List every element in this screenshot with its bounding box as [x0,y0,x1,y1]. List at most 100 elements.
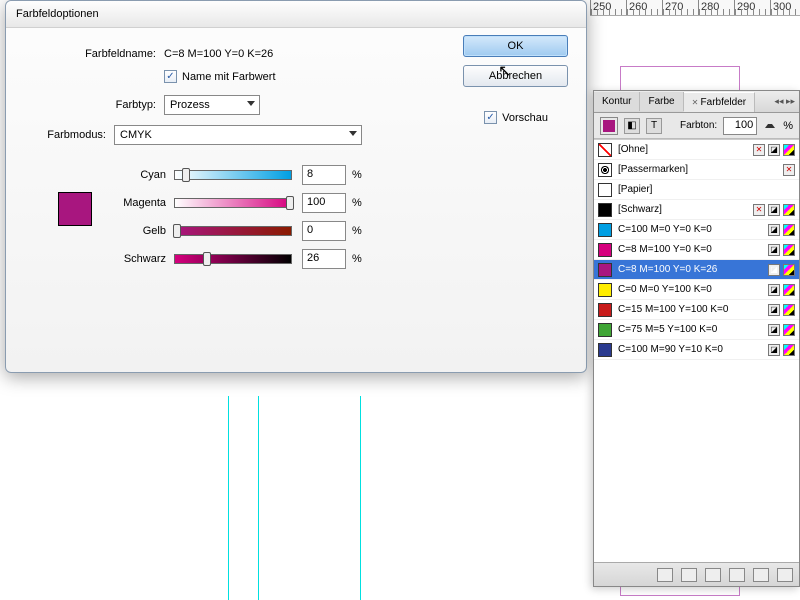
horizontal-ruler: 250260270280290300310 [590,0,800,16]
swatch-chip [598,303,612,317]
swatch-chip [598,183,612,197]
check-icon: ✓ [164,70,177,83]
ok-button[interactable]: OK [463,35,568,57]
object-fill-icon[interactable]: ◧ [624,118,640,134]
text-fill-icon[interactable]: T [646,118,662,134]
yellow-slider[interactable] [174,226,292,236]
color-type-label: Farbtyp: [56,99,156,111]
swatch-row[interactable]: [Passermarken] ✕ [594,160,799,180]
swatch-row[interactable]: C=15 M=100 Y=100 K=0 ◪ [594,300,799,320]
swatch-row[interactable]: C=75 M=5 Y=100 K=0 ◪ [594,320,799,340]
show-small-icon[interactable] [681,568,697,582]
chevron-down-icon [349,131,357,136]
magenta-label: Magenta [96,197,166,209]
guide-vertical [258,396,259,600]
new-folder-icon[interactable] [753,568,769,582]
swatch-list[interactable]: [Ohne] ✕◪ [Passermarken] ✕ [Papier] [Schwarz]… [594,139,799,562]
cyan-row: Cyan 8 % [96,165,568,185]
swatch-row[interactable]: [Papier] [594,180,799,200]
chevron-down-icon [247,101,255,106]
swatch-chip [598,203,612,217]
yellow-input[interactable]: 0 [302,221,346,241]
black-row: Schwarz 26 % [96,249,568,269]
swatch-name: C=15 M=100 Y=100 K=0 [618,304,762,315]
black-label: Schwarz [96,253,166,265]
swatch-marks: ◪ [768,244,795,256]
magenta-row: Magenta 100 % [96,193,568,213]
swatch-row[interactable]: C=8 M=100 Y=0 K=0 ◪ [594,240,799,260]
fill-stroke-icon[interactable] [600,117,618,135]
swatch-name: C=75 M=5 Y=100 K=0 [618,324,762,335]
swatch-row[interactable]: [Schwarz] ✕◪ [594,200,799,220]
dialog-title: Farbfeldoptionen [6,1,586,28]
tab-farbe[interactable]: Farbe [640,92,683,111]
magenta-input[interactable]: 100 [302,193,346,213]
swatch-name: [Ohne] [618,144,747,155]
name-with-value-checkbox[interactable]: ✓ Name mit Farbwert [164,70,276,83]
swatch-name: C=100 M=90 Y=10 K=0 [618,344,762,355]
new-swatch-icon[interactable] [705,568,721,582]
swatch-marks: ◪ [768,284,795,296]
guide-vertical [360,396,361,600]
swatch-row[interactable]: [Ohne] ✕◪ [594,140,799,160]
swatch-name: C=8 M=100 Y=0 K=0 [618,244,762,255]
tint-label: Farbton: [680,120,717,131]
black-input[interactable]: 26 [302,249,346,269]
swatch-marks: ◪ [768,304,795,316]
swatch-row[interactable]: C=0 M=0 Y=100 K=0 ◪ [594,280,799,300]
swatch-marks: ✕ [783,164,795,176]
preview-checkbox[interactable]: ✓ Vorschau [484,111,548,124]
cyan-input[interactable]: 8 [302,165,346,185]
swatch-name: [Papier] [618,184,789,195]
show-list-icon[interactable] [657,568,673,582]
swatch-name: C=8 M=100 Y=0 K=26 [618,264,762,275]
swatch-options-dialog: Farbfeldoptionen Farbfeldname: C=8 M=100… [5,0,587,373]
panel-tabs: Kontur Farbe Farbfelder ◂◂ ▸▸ [594,91,799,113]
tab-farbfelder[interactable]: Farbfelder [684,92,756,112]
swatch-name: C=100 M=0 Y=0 K=0 [618,224,762,235]
swatch-chip [598,283,612,297]
panel-footer [594,562,799,586]
swatch-row[interactable]: C=100 M=0 Y=0 K=0 ◪ [594,220,799,240]
swatch-chip [598,223,612,237]
tint-input[interactable]: 100 [723,117,757,135]
color-type-select[interactable]: Prozess [164,95,260,115]
black-slider[interactable] [174,254,292,264]
swatch-chip [598,343,612,357]
swatches-panel: Kontur Farbe Farbfelder ◂◂ ▸▸ ◧ T Farbto… [593,90,800,587]
panel-collapse-icon[interactable]: ◂◂ ▸▸ [770,96,799,107]
yellow-row: Gelb 0 % [96,221,568,241]
swatch-row[interactable]: C=100 M=90 Y=10 K=0 ◪ [594,340,799,360]
new-gradient-icon[interactable] [729,568,745,582]
cancel-button[interactable]: Abbrechen [463,65,568,87]
field-name-label: Farbfeldname: [56,48,156,60]
yellow-label: Gelb [96,225,166,237]
swatch-name: [Schwarz] [618,204,747,215]
swatch-marks: ◪ [768,324,795,336]
color-mode-select[interactable]: CMYK [114,125,362,145]
delete-swatch-icon[interactable] [777,568,793,582]
swatch-marks: ◪ [768,264,795,276]
name-with-value-label: Name mit Farbwert [182,71,276,83]
swatch-marks: ✕◪ [753,144,795,156]
field-name-value: C=8 M=100 Y=0 K=26 [164,48,273,60]
color-preview-swatch [58,192,92,226]
swatch-chip [598,143,612,157]
chevron-up-icon[interactable] [765,124,775,128]
swatch-name: [Passermarken] [618,164,777,175]
swatch-row[interactable]: C=8 M=100 Y=0 K=26 ◪ [594,260,799,280]
tab-kontur[interactable]: Kontur [594,92,640,111]
swatch-marks: ◪ [768,224,795,236]
color-mode-label: Farbmodus: [31,129,106,141]
guide-vertical [228,396,229,600]
swatch-chip [598,163,612,177]
swatch-chip [598,243,612,257]
magenta-slider[interactable] [174,198,292,208]
swatch-name: C=0 M=0 Y=100 K=0 [618,284,762,295]
cyan-slider[interactable] [174,170,292,180]
swatches-toolbar: ◧ T Farbton: 100 % [594,113,799,139]
swatch-marks: ◪ [768,344,795,356]
swatch-marks: ✕◪ [753,204,795,216]
swatch-chip [598,323,612,337]
check-icon: ✓ [484,111,497,124]
